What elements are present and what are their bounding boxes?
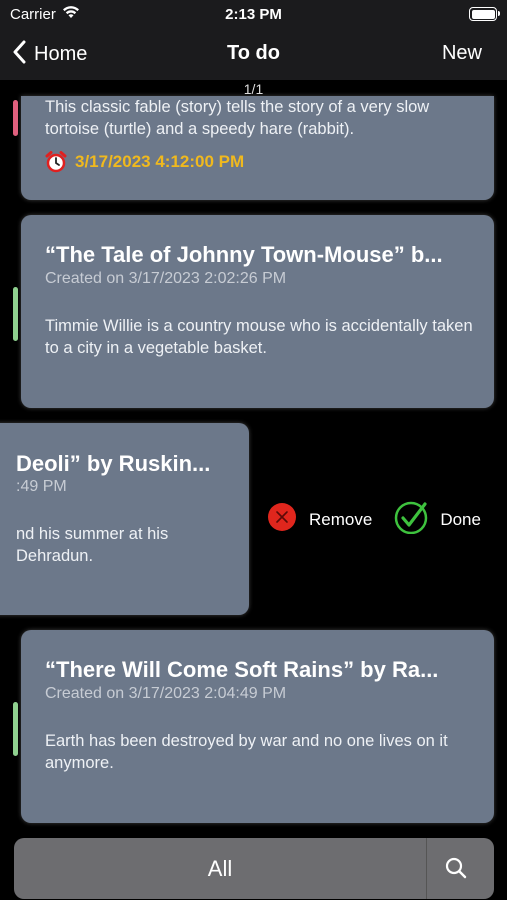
todo-card[interactable]: This classic fable (story) tells the sto…	[21, 96, 494, 200]
battery-icon	[469, 7, 500, 21]
divider	[426, 838, 427, 899]
navigation-bar: Home To do New	[0, 30, 507, 80]
todo-card[interactable]: “The Tale of Johnny Town-Mouse” b... Cre…	[21, 215, 494, 408]
page-indicator: 1/1	[243, 81, 264, 97]
status-indicator-bar	[13, 287, 18, 341]
filter-all-button[interactable]: All	[14, 838, 426, 899]
clock: 2:13 PM	[225, 6, 282, 23]
back-label: Home	[34, 43, 88, 65]
alarm-clock-icon	[45, 151, 67, 173]
card-title: “The Tale of Johnny Town-Mouse” b...	[45, 242, 443, 267]
done-label: Done	[440, 509, 481, 529]
todo-card[interactable]: “There Will Come Soft Rains” by Ra... Cr…	[21, 630, 494, 823]
back-button[interactable]: Home	[12, 40, 87, 69]
todo-card-swiped[interactable]: Deoli” by Ruskin... :49 PM nd his summer…	[0, 423, 249, 615]
search-icon	[444, 857, 468, 884]
status-indicator-bar	[13, 702, 18, 756]
reminder-datetime: 3/17/2023 4:12:00 PM	[75, 152, 245, 171]
card-title: Deoli” by Ruskin...	[16, 451, 211, 476]
card-description: Earth has been destroyed by war and no o…	[45, 732, 448, 772]
remove-label: Remove	[309, 509, 373, 529]
done-button[interactable]: Done	[394, 500, 481, 539]
chevron-left-icon	[12, 40, 26, 69]
remove-button[interactable]: Remove	[267, 502, 372, 537]
new-button[interactable]: New	[442, 42, 482, 65]
card-description: Timmie Willie is a country mouse who is …	[45, 317, 473, 357]
reminder: 3/17/2023 4:12:00 PM	[45, 151, 244, 173]
card-created-date: Created on 3/17/2023 2:02:26 PM	[45, 270, 287, 287]
x-circle-icon	[267, 502, 297, 537]
status-bar: Carrier 2:13 PM	[0, 0, 507, 30]
checkmark-circle-icon	[394, 500, 428, 539]
card-created-date: Created on 3/17/2023 2:04:49 PM	[45, 685, 287, 702]
swipe-actions: Remove Done	[267, 500, 481, 539]
card-created-date: :49 PM	[16, 478, 67, 495]
card-description: This classic fable (story) tells the sto…	[45, 98, 430, 138]
card-description: nd his summer at his Dehradun.	[16, 525, 169, 565]
card-title: “There Will Come Soft Rains” by Ra...	[45, 657, 439, 682]
status-indicator-bar	[13, 100, 18, 136]
filter-bar: All	[14, 838, 494, 899]
search-button[interactable]	[444, 856, 468, 885]
